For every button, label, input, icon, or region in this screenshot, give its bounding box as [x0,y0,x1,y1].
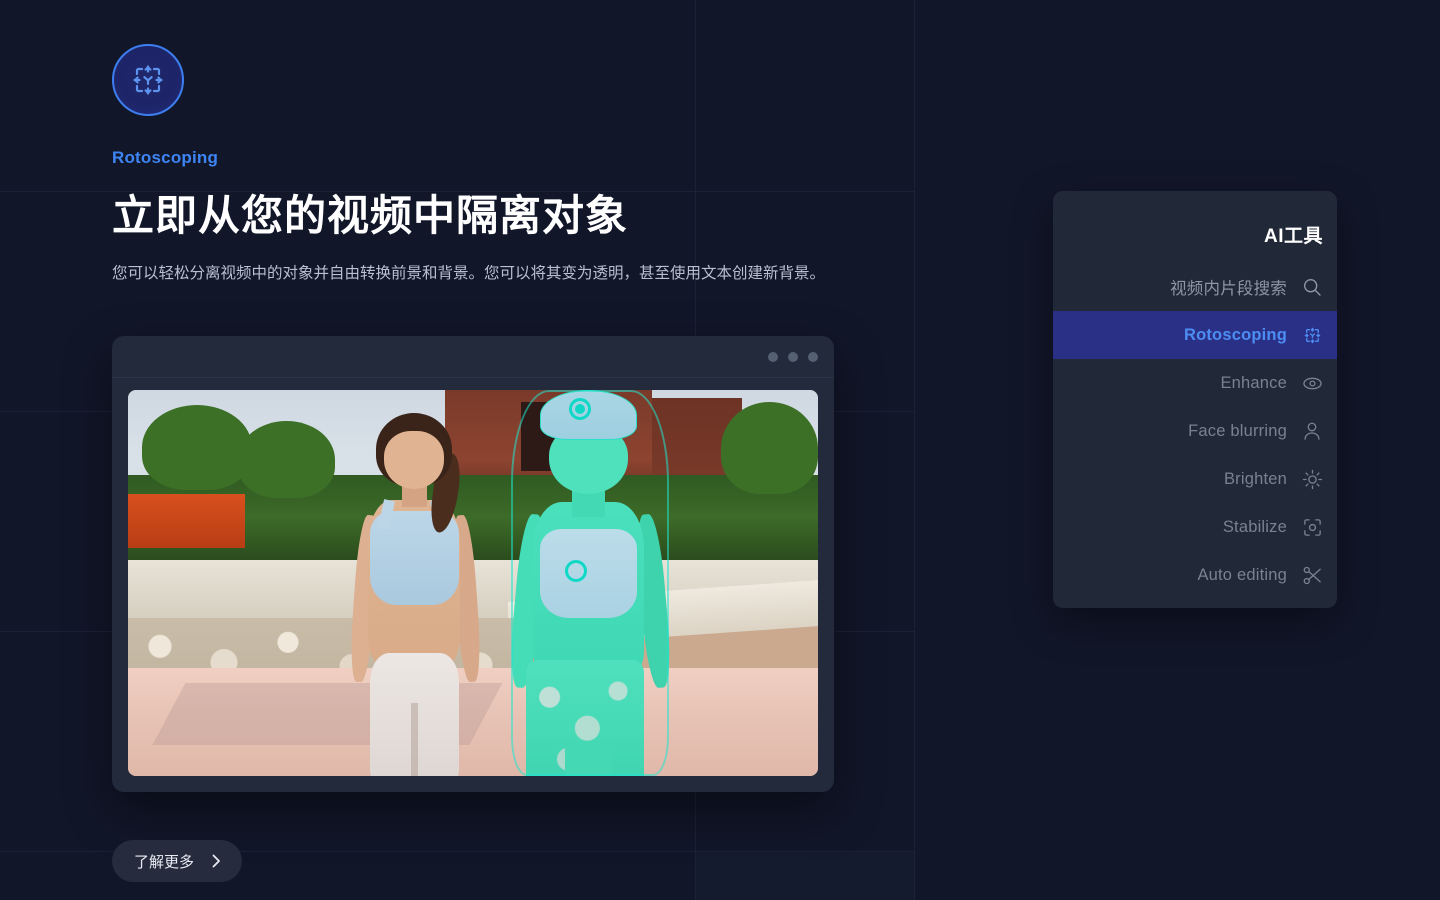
scissors-icon [1301,564,1323,586]
legs [565,745,612,776]
search-icon [1301,276,1323,298]
rotoscope-target-icon [112,44,184,116]
tool-item-face-blurring[interactable]: Face blurring [1053,407,1337,455]
tool-item-rotoscoping[interactable]: Rotoscoping [1053,311,1337,359]
learn-more-button[interactable]: 了解更多 [112,840,243,882]
page-root: Rotoscoping 立即从您的视频中隔离对象 您可以轻松分离视频中的对象并自… [0,0,1440,900]
hero-description: 您可以轻松分离视频中的对象并自由转换前景和背景。您可以将其变为透明，甚至使用文本… [112,265,826,283]
leg-gap [411,703,418,776]
learn-more-label: 了解更多 [134,853,195,871]
rotoscope-target-icon [1301,324,1323,346]
tool-item-brighten[interactable]: Brighten [1053,455,1337,503]
tool-list: 视频内片段搜索 Rotoscoping Enhance Face blurrin… [1053,263,1337,599]
window-dot [808,351,818,362]
section-eyebrow: Rotoscoping [112,148,219,167]
tool-item-label: Rotoscoping [1183,325,1287,344]
mask-anchor-point[interactable] [568,397,591,420]
tool-item-video-search[interactable]: 视频内片段搜索 [1053,263,1337,311]
tool-item-label: Face blurring [1188,421,1287,440]
palm-tree [141,405,253,491]
tool-item-label: Stabilize [1222,517,1287,536]
video-scene [128,390,818,776]
tool-item-auto-editing[interactable]: Auto editing [1053,551,1337,599]
panel-title: AI工具 [1263,226,1323,247]
hero-section: Rotoscoping 立即从您的视频中隔离对象 您可以轻松分离视频中的对象并自… [112,44,942,288]
window-dot [788,351,798,362]
window-titlebar [112,336,834,378]
video-preview[interactable] [128,390,818,776]
tool-item-label: Auto editing [1197,565,1287,584]
tool-item-label: 视频内片段搜索 [1170,280,1287,298]
tool-item-stabilize[interactable]: Stabilize [1053,503,1337,551]
preview-window [112,336,834,792]
page-title: 立即从您的视频中隔离对象 [112,192,629,239]
orange-container [128,494,246,549]
mask-anchor-point[interactable] [565,559,588,582]
person-icon [1301,420,1323,442]
tool-item-label: Enhance [1220,373,1287,392]
tool-item-enhance[interactable]: Enhance [1053,359,1337,407]
ai-tools-panel: AI工具 视频内片段搜索 Rotoscoping Enhance Face bl… [1053,191,1337,608]
grid-cell-highlight [695,851,914,900]
person-left [335,413,494,776]
sports-top [540,528,637,618]
palm-tree [721,401,818,495]
chevron-right-icon [208,853,224,869]
window-dot [768,351,778,362]
sun-icon [1301,468,1323,490]
person-right-masked[interactable] [501,390,680,776]
focus-frame-icon [1301,516,1323,538]
palm-tree [238,420,335,499]
tool-item-label: Brighten [1223,469,1287,488]
eye-icon [1301,372,1323,394]
